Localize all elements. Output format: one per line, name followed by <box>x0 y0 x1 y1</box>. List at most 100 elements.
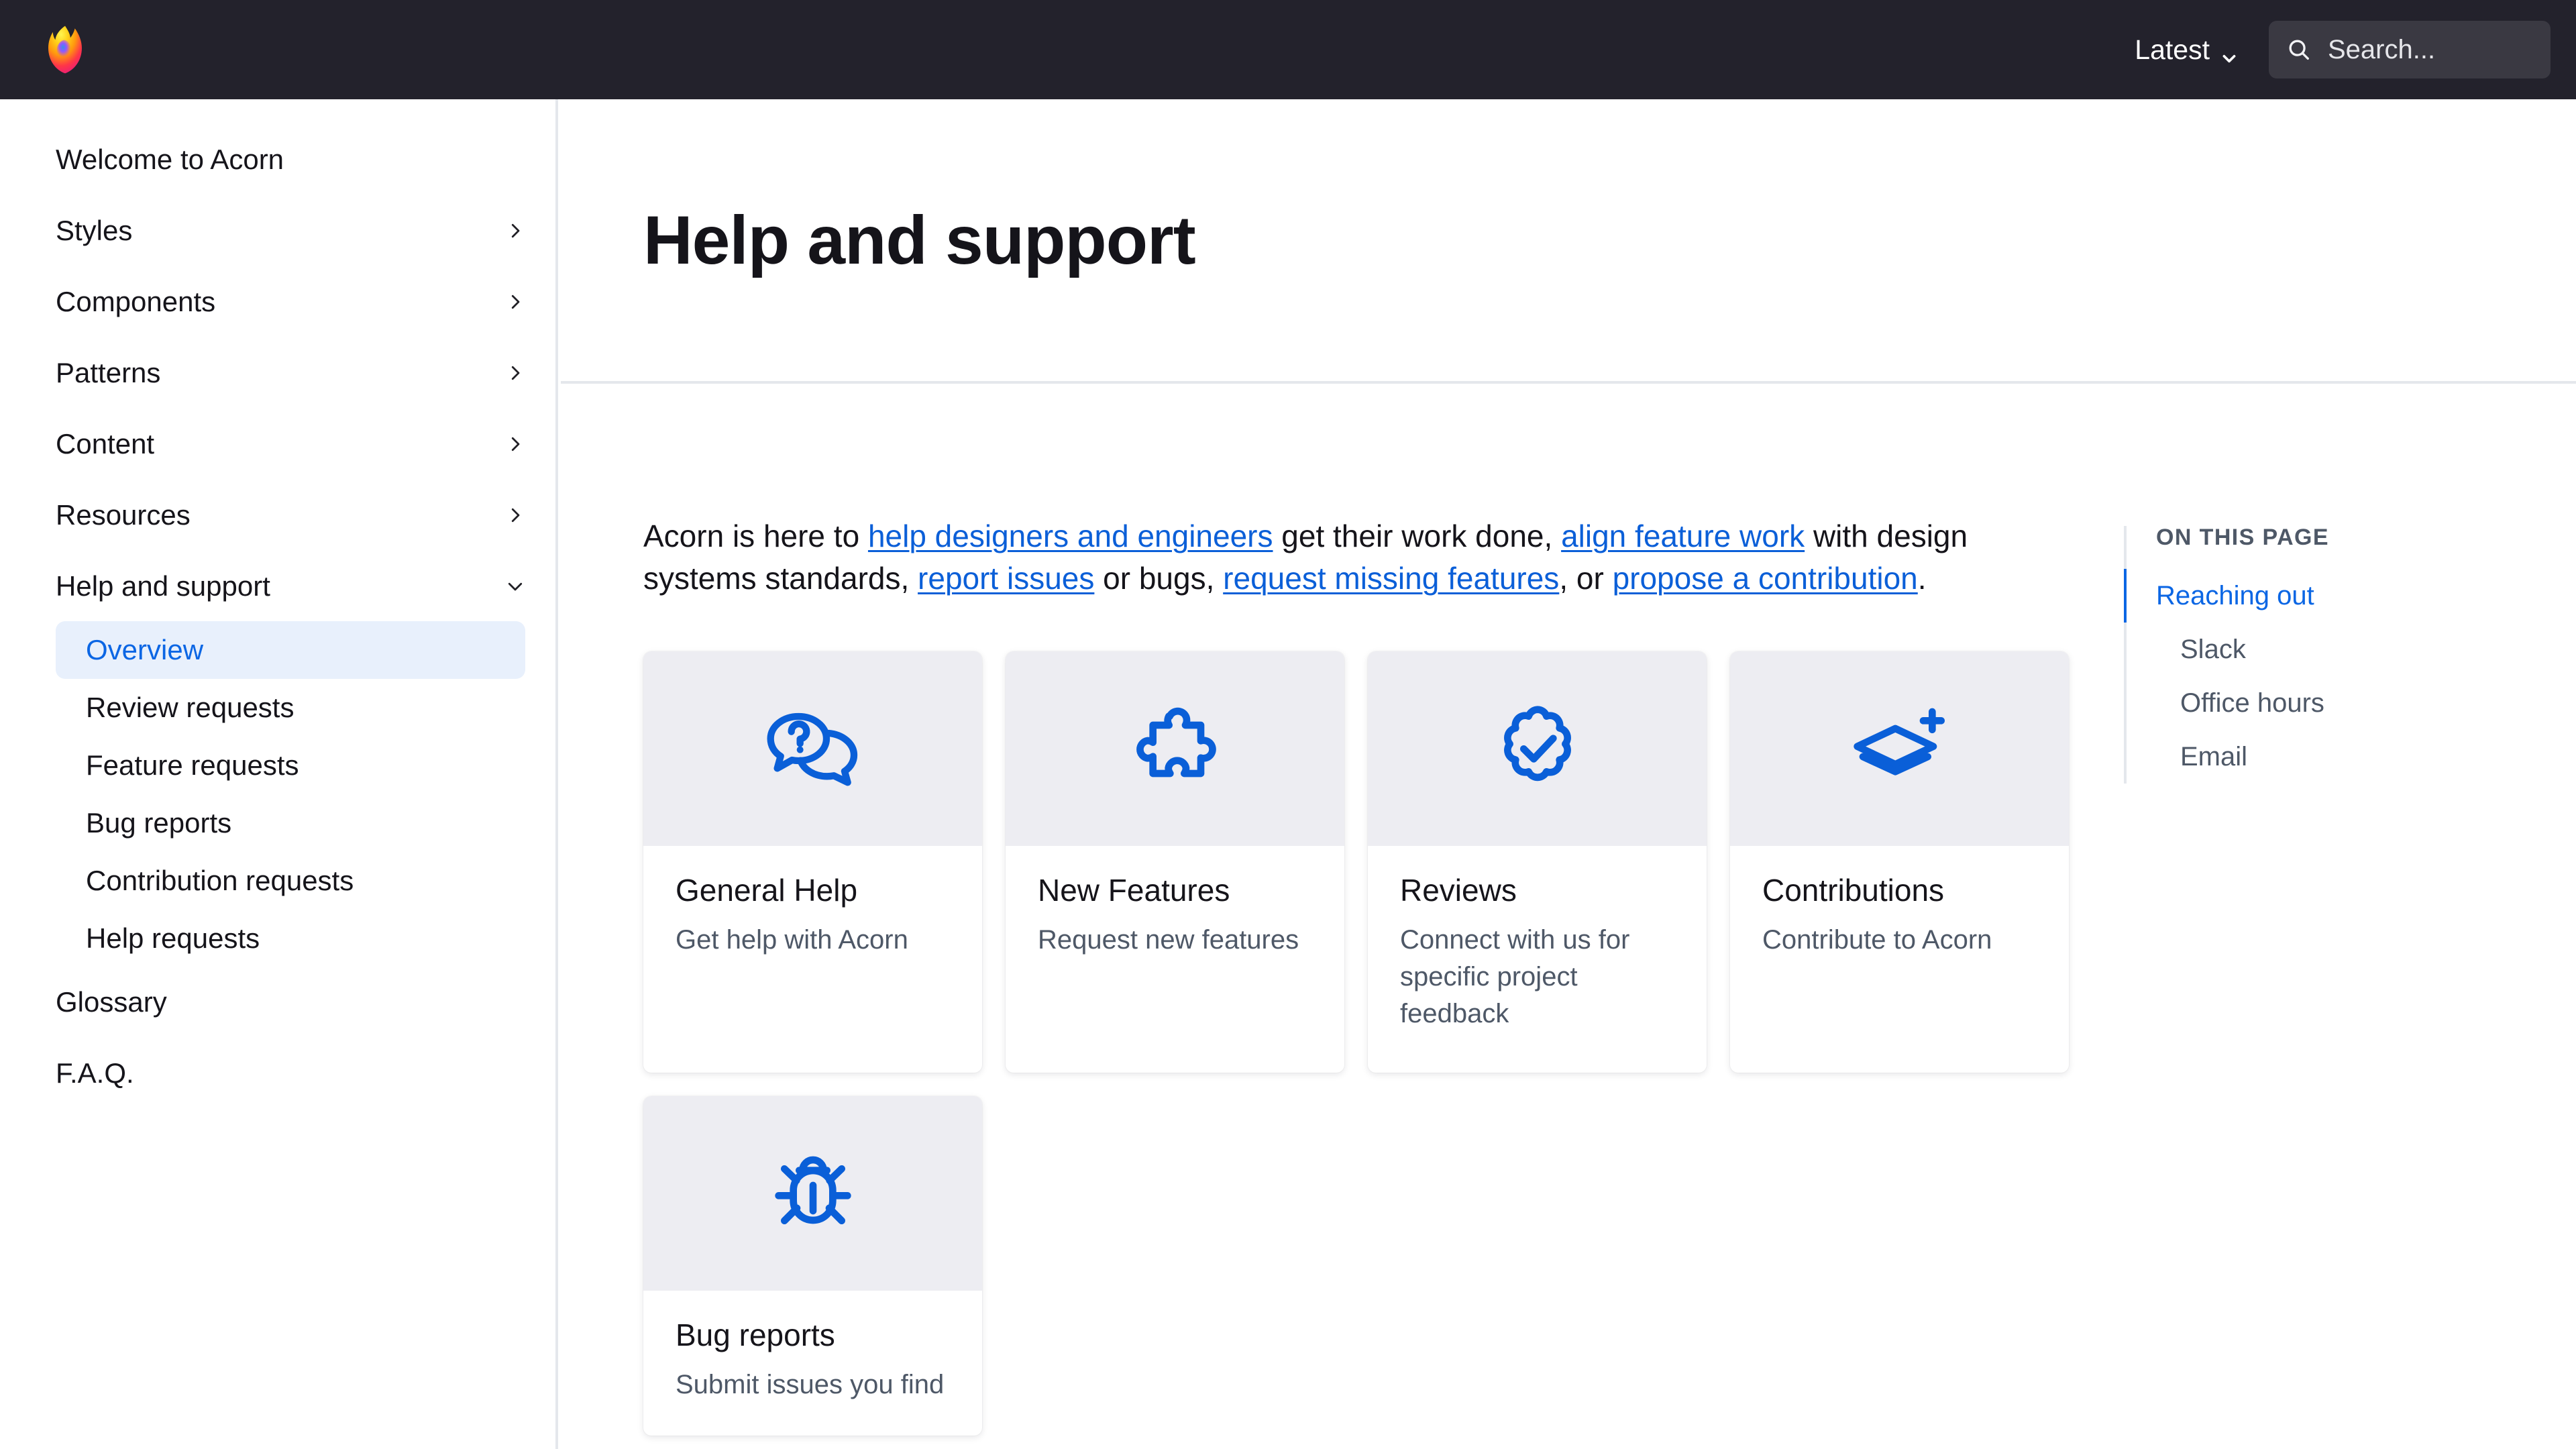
link-align-feature-work[interactable]: align feature work <box>1561 519 1805 553</box>
intro-text: , or <box>1559 561 1613 596</box>
sidebar-item-bug-reports[interactable]: Bug reports <box>56 794 525 852</box>
link-help-designers-and-engineers[interactable]: help designers and engineers <box>868 519 1273 553</box>
sidebar-item-glossary[interactable]: Glossary <box>56 979 525 1025</box>
sidebar-item-review-requests[interactable]: Review requests <box>56 679 525 737</box>
card-description: Contribute to Acorn <box>1762 924 1992 955</box>
sidebar-item-faq[interactable]: F.A.Q. <box>56 1051 525 1096</box>
article-column: Acorn is here to help designers and engi… <box>561 384 2084 1436</box>
intro-paragraph: Acorn is here to help designers and engi… <box>643 515 1978 600</box>
sidebar-item-styles[interactable]: Styles <box>56 208 525 254</box>
card-bug-reports[interactable]: Bug reports Submit issues you find <box>643 1096 982 1436</box>
sidebar-item-label: Overview <box>86 634 204 665</box>
card-description: Connect with us for specific project fee… <box>1400 924 1630 1029</box>
card-media <box>643 651 982 846</box>
table-of-contents: ON THIS PAGE Reaching out Slack Office h… <box>2124 526 2486 784</box>
card-contributions[interactable]: Contributions Contribute to Acorn <box>1730 651 2069 1073</box>
link-report-issues[interactable]: report issues <box>918 561 1094 596</box>
sidebar-item-help-and-support[interactable]: Help and support <box>56 564 525 609</box>
page-title-band: Help and support <box>561 99 2576 384</box>
sidebar-item-label: F.A.Q. <box>56 1057 134 1089</box>
sidebar-navigation: Welcome to Acorn Styles Components Patte… <box>0 99 558 1449</box>
sidebar-item-feature-requests[interactable]: Feature requests <box>56 737 525 794</box>
search-input[interactable]: Search... <box>2269 21 2551 78</box>
support-card-grid: General Help Get help with Acorn New Fea… <box>643 651 2072 1436</box>
sidebar-item-content[interactable]: Content <box>56 421 525 467</box>
link-propose-a-contribution[interactable]: propose a contribution <box>1613 561 1918 596</box>
sidebar-item-label: Feature requests <box>86 749 299 781</box>
card-title: New Features <box>1038 872 1230 908</box>
firefox-logo[interactable] <box>39 23 91 76</box>
card-media <box>1006 651 1344 846</box>
card-reviews[interactable]: Reviews Connect with us for specific pro… <box>1368 651 1707 1073</box>
toc-link-email[interactable]: Email <box>2124 730 2486 784</box>
sidebar-item-resources[interactable]: Resources <box>56 492 525 538</box>
app-header: Latest Search... <box>0 0 2576 99</box>
sidebar-item-contribution-requests[interactable]: Contribution requests <box>56 852 525 910</box>
badge-check-icon <box>1484 695 1591 802</box>
card-title: Reviews <box>1400 872 1517 908</box>
sidebar-item-label: Content <box>56 428 155 460</box>
intro-text: Acorn is here to <box>643 519 868 553</box>
version-selector[interactable]: Latest <box>2131 29 2242 71</box>
card-general-help[interactable]: General Help Get help with Acorn <box>643 651 982 1073</box>
header-actions: Latest Search... <box>2131 21 2551 78</box>
sidebar-item-patterns[interactable]: Patterns <box>56 350 525 396</box>
intro-text: . <box>1917 561 1927 596</box>
card-description: Get help with Acorn <box>676 924 908 955</box>
card-description: Request new features <box>1038 924 1299 955</box>
chat-question-icon <box>759 695 867 802</box>
card-media <box>1368 651 1707 846</box>
content-row: Acorn is here to help designers and engi… <box>561 384 2576 1436</box>
puzzle-piece-icon <box>1122 695 1229 802</box>
sidebar-item-label: Glossary <box>56 986 167 1018</box>
version-label: Latest <box>2135 34 2210 65</box>
layers-plus-icon <box>1846 695 1953 802</box>
search-icon <box>2286 37 2312 62</box>
sidebar-item-label: Review requests <box>86 692 294 723</box>
toc-link-reaching-out[interactable]: Reaching out <box>2124 569 2486 623</box>
chevron-right-icon <box>505 505 525 525</box>
sidebar-item-label: Bug reports <box>86 807 232 839</box>
card-body: General Help Get help with Acorn <box>643 846 982 1073</box>
sidebar-item-help-requests[interactable]: Help requests <box>56 910 525 967</box>
sidebar-item-label: Styles <box>56 215 133 246</box>
sidebar-item-overview[interactable]: Overview <box>56 621 525 679</box>
toc-heading: ON THIS PAGE <box>2156 525 2329 550</box>
card-description: Submit issues you find <box>676 1370 945 1400</box>
card-media <box>1730 651 2069 846</box>
sidebar-item-label: Contribution requests <box>86 865 354 896</box>
sidebar-item-label: Components <box>56 286 216 317</box>
search-placeholder: Search... <box>2328 36 2436 63</box>
chevron-right-icon <box>505 221 525 241</box>
card-media <box>643 1096 982 1291</box>
sidebar-item-label: Resources <box>56 499 191 531</box>
bug-icon <box>759 1140 867 1247</box>
toc-link-slack[interactable]: Slack <box>2124 623 2486 676</box>
chevron-right-icon <box>505 363 525 383</box>
intro-text: get their work done, <box>1273 519 1562 553</box>
chevron-right-icon <box>505 434 525 454</box>
sidebar-item-label: Help and support <box>56 570 270 602</box>
link-request-missing-features[interactable]: request missing features <box>1223 561 1559 596</box>
card-title: Contributions <box>1762 872 1945 908</box>
card-body: Contributions Contribute to Acorn <box>1730 846 2069 1073</box>
sidebar-item-label: Welcome to Acorn <box>56 144 284 175</box>
page-title: Help and support <box>643 202 1196 278</box>
sidebar-item-welcome-to-acorn[interactable]: Welcome to Acorn <box>56 137 525 182</box>
main-content: Help and support Acorn is here to help d… <box>561 99 2576 1449</box>
card-new-features[interactable]: New Features Request new features <box>1006 651 1344 1073</box>
chevron-down-icon <box>505 576 525 596</box>
chevron-down-icon <box>2220 42 2238 63</box>
sidebar-item-label: Patterns <box>56 357 161 388</box>
sidebar-item-components[interactable]: Components <box>56 279 525 325</box>
toc-link-office-hours[interactable]: Office hours <box>2124 676 2486 730</box>
card-body: New Features Request new features <box>1006 846 1344 1073</box>
card-body: Reviews Connect with us for specific pro… <box>1368 846 1707 1073</box>
